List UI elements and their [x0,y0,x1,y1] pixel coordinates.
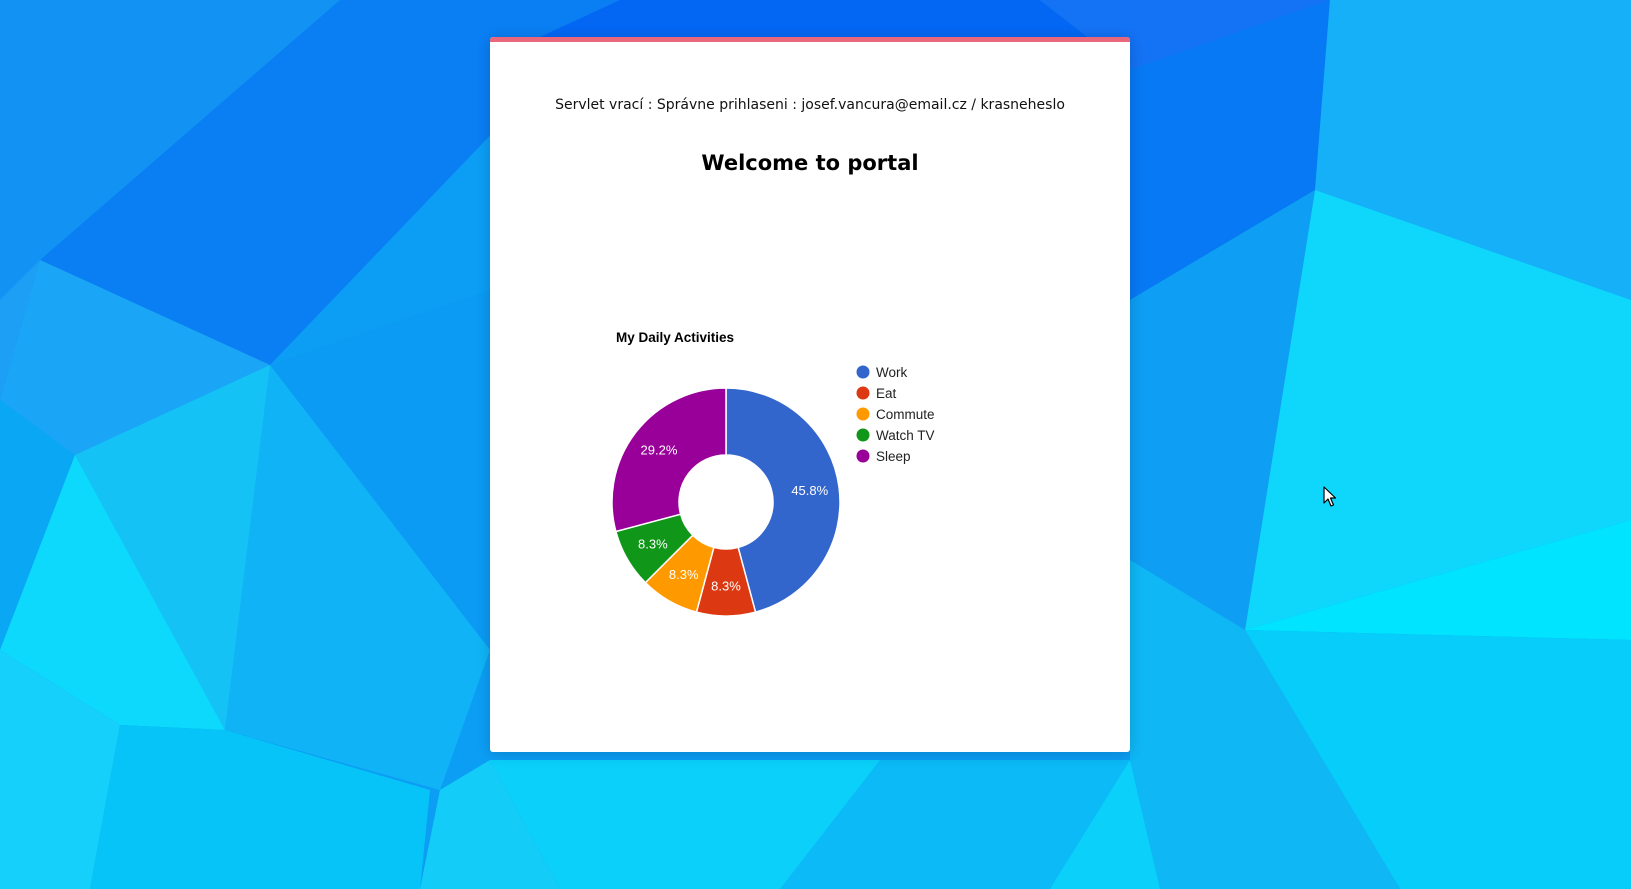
page-title: Welcome to portal [701,151,919,175]
legend-marker-watch-tv [856,428,870,442]
servlet-message: Servlet vrací : Správne prihlaseni : jos… [555,97,1065,113]
portal-card: Servlet vrací : Správne prihlaseni : jos… [490,37,1130,752]
slice-percent-label: 45.8% [791,483,828,498]
legend-label[interactable]: Eat [876,386,897,401]
legend-marker-eat [856,386,870,400]
mouse-pointer-icon [1323,486,1337,507]
legend-marker-work [856,365,870,379]
slice-percent-label: 29.2% [641,443,678,458]
legend-label[interactable]: Commute [876,407,935,422]
slice-percent-label: 8.3% [638,536,668,551]
card-accent-bar [490,37,1130,42]
pie-slice-sleep[interactable] [611,387,727,533]
legend-marker-commute [856,407,870,421]
legend-label[interactable]: Sleep [876,449,911,464]
slice-percent-label: 8.3% [669,567,699,582]
legend-label[interactable]: Watch TV [876,428,935,443]
slice-percent-label: 8.3% [711,579,741,594]
chart-title: My Daily Activities [616,330,734,345]
daily-activities-chart: My Daily Activities 45.8% 8.3% 8.3% 8.3% 29.… [611,330,935,617]
legend-label[interactable]: Work [876,365,908,380]
chart-legend: Work Eat Commute Watch TV Sleep [856,365,935,464]
legend-marker-sleep [856,449,870,463]
